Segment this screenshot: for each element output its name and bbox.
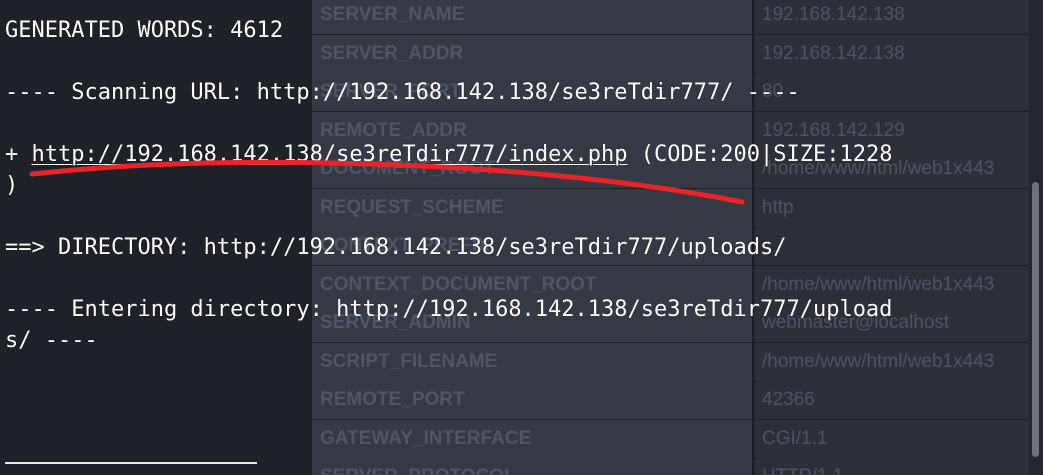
directory-line: ==> DIRECTORY: http://192.168.142.138/se… xyxy=(5,235,787,260)
terminal-output: GENERATED WORDS: 4612 ---- Scanning URL:… xyxy=(0,0,1043,475)
found-file-line: + http://192.168.142.138/se3reTdir777/in… xyxy=(5,139,892,170)
found-file-line-wrap: ) xyxy=(5,173,19,198)
bottom-rule xyxy=(5,462,257,464)
screenshot-stage: SERVER_NAME 192.168.142.138 SERVER_ADDR 192… xyxy=(0,0,1043,475)
entering-directory-line: ---- Entering directory: http://192.168.… xyxy=(5,297,893,322)
found-prefix: + xyxy=(5,142,32,167)
entering-directory-line-wrap: s/ ---- xyxy=(5,328,98,353)
scanning-url-line: ---- Scanning URL: http://192.168.142.13… xyxy=(5,80,800,105)
found-file-meta: (CODE:200|SIZE:1228 xyxy=(627,142,893,167)
generated-words-line: GENERATED WORDS: 4612 xyxy=(5,18,284,43)
found-file-link[interactable]: http://192.168.142.138/se3reTdir777/inde… xyxy=(32,142,628,167)
